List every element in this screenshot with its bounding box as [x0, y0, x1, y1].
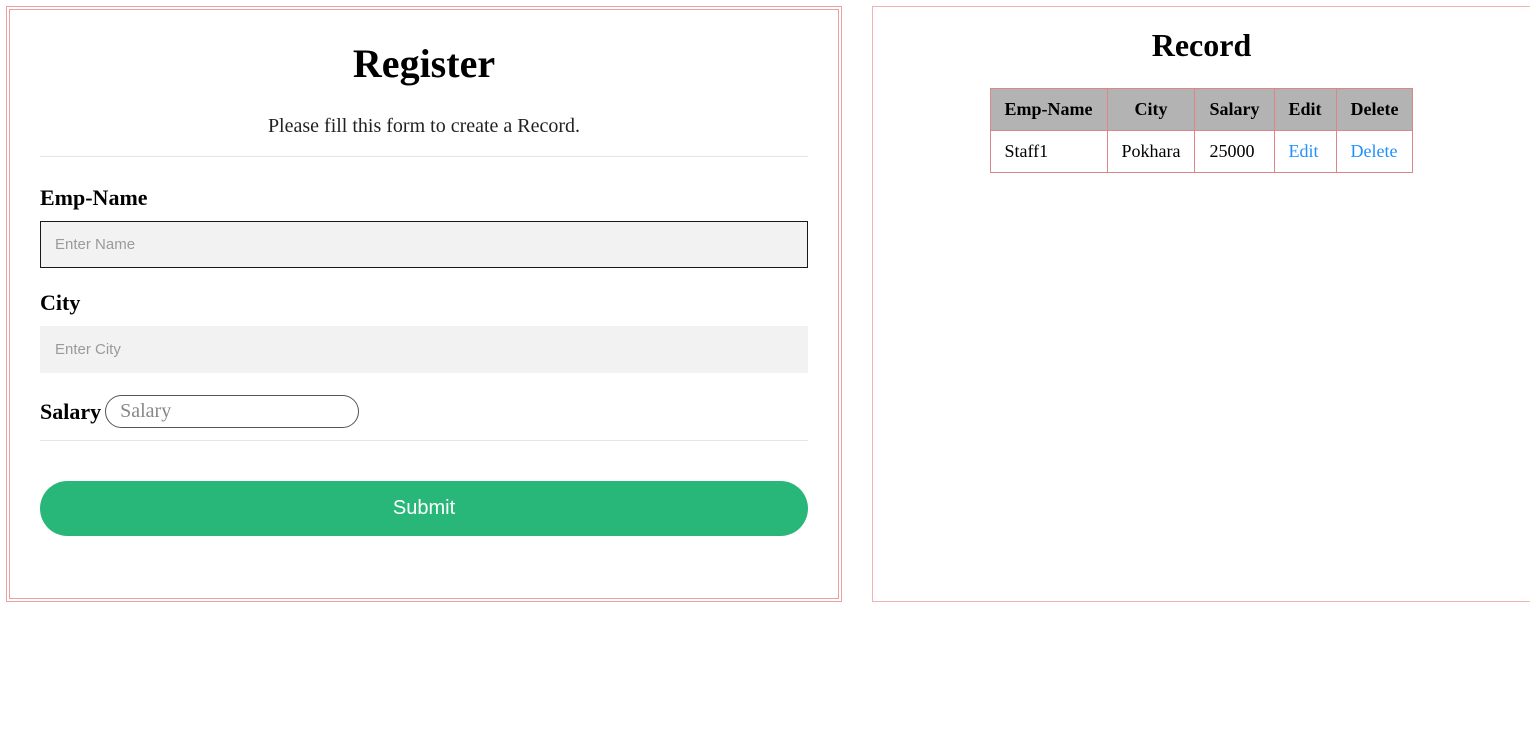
table-header-row: Emp-Name City Salary Edit Delete [990, 89, 1413, 131]
cell-delete: Delete [1336, 131, 1413, 173]
edit-link[interactable]: Edit [1289, 141, 1319, 161]
delete-link[interactable]: Delete [1351, 141, 1398, 161]
header-delete: Delete [1336, 89, 1413, 131]
register-panel: Register Please fill this form to create… [6, 6, 842, 602]
empname-input[interactable] [40, 221, 808, 268]
empname-group: Emp-Name [40, 185, 808, 268]
empname-label: Emp-Name [40, 185, 808, 211]
submit-button[interactable]: Submit [40, 481, 808, 536]
register-subtitle: Please fill this form to create a Record… [40, 115, 808, 138]
record-table: Emp-Name City Salary Edit Delete Staff1 … [990, 88, 1414, 173]
cell-edit: Edit [1274, 131, 1336, 173]
city-input[interactable] [40, 326, 808, 373]
header-city: City [1107, 89, 1195, 131]
header-empname: Emp-Name [990, 89, 1107, 131]
record-panel: Record Emp-Name City Salary Edit Delete … [872, 6, 1530, 602]
salary-input[interactable] [105, 395, 359, 428]
cell-salary: 25000 [1195, 131, 1274, 173]
cell-city: Pokhara [1107, 131, 1195, 173]
city-group: City [40, 290, 808, 373]
salary-group: Salary [40, 395, 808, 441]
cell-empname: Staff1 [990, 131, 1107, 173]
divider [40, 156, 808, 157]
record-title: Record [903, 27, 1500, 64]
register-title: Register [40, 40, 808, 87]
header-salary: Salary [1195, 89, 1274, 131]
city-label: City [40, 290, 808, 316]
salary-label: Salary [40, 399, 101, 425]
header-edit: Edit [1274, 89, 1336, 131]
table-row: Staff1 Pokhara 25000 Edit Delete [990, 131, 1413, 173]
